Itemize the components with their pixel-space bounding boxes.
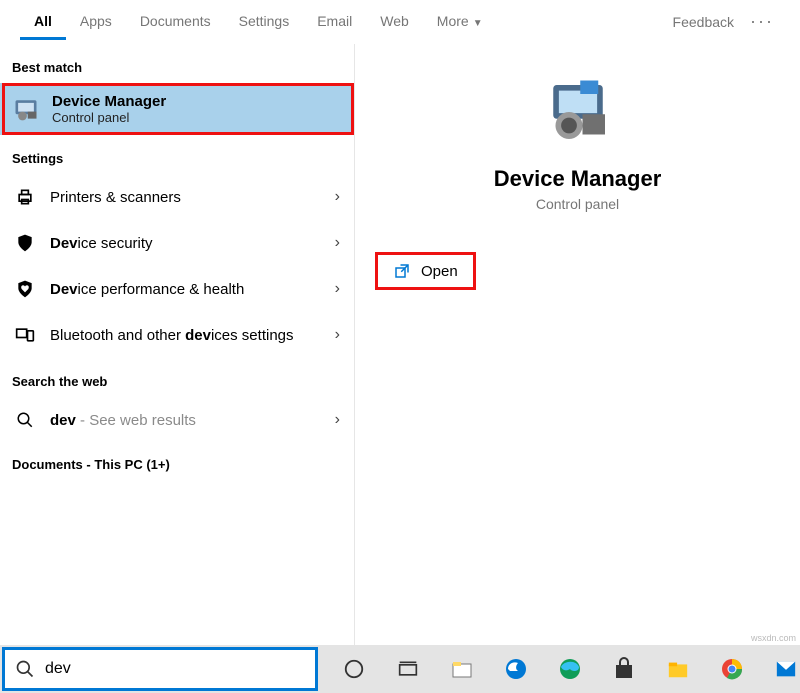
open-icon (393, 262, 411, 280)
feedback-link[interactable]: Feedback (663, 4, 744, 40)
tab-settings[interactable]: Settings (225, 3, 304, 40)
chrome-icon[interactable] (718, 655, 746, 683)
preview-subtitle: Control panel (536, 196, 619, 212)
more-options-button[interactable]: ··· (744, 5, 780, 38)
open-button[interactable]: Open (375, 252, 476, 290)
settings-item-device-performance[interactable]: Device performance & health › (0, 266, 354, 312)
open-label: Open (421, 263, 458, 280)
best-match-title: Device Manager (52, 93, 166, 110)
folder-icon[interactable] (664, 655, 692, 683)
section-best-match: Best match (0, 44, 354, 83)
web-search-label: dev - See web results (50, 412, 321, 429)
web-search-item[interactable]: dev - See web results › (0, 397, 354, 443)
mail-icon[interactable] (772, 655, 800, 683)
task-view-icon[interactable] (394, 655, 422, 683)
printer-icon (14, 186, 36, 208)
taskbar (0, 645, 800, 693)
chevron-right-icon: › (335, 188, 340, 206)
tab-apps[interactable]: Apps (66, 3, 126, 40)
device-manager-large-icon (542, 76, 614, 148)
preview-panel: Device Manager Control panel Open (355, 44, 800, 645)
search-box[interactable] (2, 647, 318, 691)
tab-email[interactable]: Email (303, 3, 366, 40)
chevron-down-icon: ▼ (473, 18, 483, 29)
search-icon (15, 659, 35, 679)
tab-documents[interactable]: Documents (126, 3, 225, 40)
settings-item-label: Device performance & health (50, 281, 321, 298)
section-settings: Settings (0, 135, 354, 174)
settings-item-device-security[interactable]: Device security › (0, 220, 354, 266)
chevron-right-icon: › (335, 326, 340, 344)
settings-item-label: Printers & scanners (50, 189, 321, 206)
watermark: wsxdn.com (751, 633, 796, 643)
edge-legacy-icon[interactable] (502, 655, 530, 683)
best-match-subtitle: Control panel (52, 110, 166, 125)
settings-item-label: Bluetooth and other devices settings (50, 327, 321, 344)
device-manager-icon (12, 95, 40, 123)
devices-icon (14, 324, 36, 346)
best-match-result[interactable]: Device Manager Control panel (0, 83, 354, 135)
section-documents-footer[interactable]: Documents - This PC (1+) (0, 443, 354, 486)
settings-item-bluetooth[interactable]: Bluetooth and other devices settings › (0, 312, 354, 358)
tab-web[interactable]: Web (366, 3, 423, 40)
results-panel: Best match Device Manager Control panel … (0, 44, 355, 645)
tab-more[interactable]: More▼ (423, 3, 497, 40)
chevron-right-icon: › (335, 280, 340, 298)
chevron-right-icon: › (335, 234, 340, 252)
settings-item-printers[interactable]: Printers & scanners › (0, 174, 354, 220)
heart-shield-icon (14, 278, 36, 300)
section-search-web: Search the web (0, 358, 354, 397)
tab-all[interactable]: All (20, 3, 66, 40)
settings-item-label: Device security (50, 235, 321, 252)
edge-icon[interactable] (556, 655, 584, 683)
store-icon[interactable] (610, 655, 638, 683)
search-input[interactable] (45, 660, 305, 678)
preview-title: Device Manager (494, 166, 662, 192)
shield-icon (14, 232, 36, 254)
cortana-icon[interactable] (340, 655, 368, 683)
search-icon (14, 409, 36, 431)
chevron-right-icon: › (335, 411, 340, 429)
search-filter-tabs: All Apps Documents Settings Email Web Mo… (0, 0, 800, 44)
file-explorer-icon[interactable] (448, 655, 476, 683)
